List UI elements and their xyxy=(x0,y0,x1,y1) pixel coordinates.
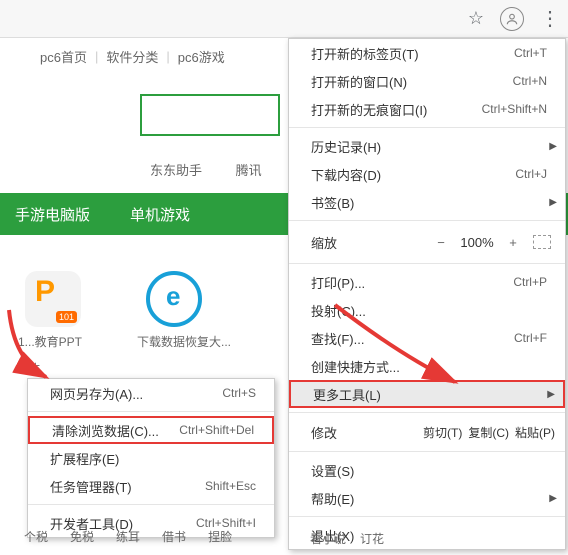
tag-link[interactable]: 免税 xyxy=(66,525,98,547)
search-box[interactable] xyxy=(140,94,280,136)
menu-item-help[interactable]: 帮助(E)▶ xyxy=(289,484,565,512)
bottom-tags: 个税 免税 练耳 借书 捏脸 xyxy=(20,525,236,547)
tag-link[interactable]: 个税 xyxy=(20,525,52,547)
app-label: 下载数据恢复大... xyxy=(137,333,231,350)
menu-item-zoom: 缩放 − 100% + xyxy=(289,225,565,259)
menu-item-print[interactable]: 打印(P)...Ctrl+P xyxy=(289,268,565,296)
menu-item-settings[interactable]: 设置(S) xyxy=(289,456,565,484)
menu-item-cast[interactable]: 投射(C)... xyxy=(289,296,565,324)
helper-link[interactable]: 东东助手 xyxy=(150,163,202,178)
menu-item-bookmarks[interactable]: 书签(B)▶ xyxy=(289,188,565,216)
menu-item-create-shortcut[interactable]: 创建快捷方式... xyxy=(289,352,565,380)
tag-link[interactable]: 捏脸 xyxy=(204,525,236,547)
tag-link[interactable]: 练耳 xyxy=(112,525,144,547)
menu-item-edit: 修改 剪切(T) 复制(C) 粘贴(P) xyxy=(289,417,565,447)
paste-button[interactable]: 粘贴(P) xyxy=(515,424,555,441)
app-label: 1...教育PPT xyxy=(18,333,82,350)
chevron-right-icon: ▶ xyxy=(549,141,557,152)
app-icon-recovery[interactable] xyxy=(146,271,202,327)
site-nav-link[interactable]: pc6首页 xyxy=(40,47,87,66)
menu-item-save-as[interactable]: 网页另存为(A)...Ctrl+S xyxy=(28,379,274,407)
copy-button[interactable]: 复制(C) xyxy=(468,424,509,441)
menu-item-downloads[interactable]: 下载内容(D)Ctrl+J xyxy=(289,160,565,188)
tag-link[interactable]: 订花 xyxy=(360,530,384,547)
menu-item-incognito[interactable]: 打开新的无痕窗口(I)Ctrl+Shift+N xyxy=(289,95,565,123)
more-tools-submenu: 网页另存为(A)...Ctrl+S 清除浏览数据(C)...Ctrl+Shift… xyxy=(27,378,275,538)
fullscreen-icon[interactable] xyxy=(533,235,551,249)
chevron-right-icon: ▶ xyxy=(549,493,557,504)
site-nav-link[interactable]: 软件分类 xyxy=(106,47,158,66)
profile-avatar-icon[interactable] xyxy=(500,7,524,31)
menu-item-history[interactable]: 历史记录(H)▶ xyxy=(289,132,565,160)
site-nav-link[interactable]: pc6游戏 xyxy=(178,47,225,66)
chrome-menu-icon[interactable]: ⋮ xyxy=(540,6,558,31)
chrome-main-menu: 打开新的标签页(T)Ctrl+T 打开新的窗口(N)Ctrl+N 打开新的无痕窗… xyxy=(288,38,566,550)
menu-item-find[interactable]: 查找(F)...Ctrl+F xyxy=(289,324,565,352)
menu-item-more-tools[interactable]: 更多工具(L)▶ xyxy=(289,380,565,408)
cut-button[interactable]: 剪切(T) xyxy=(423,424,462,441)
chevron-right-icon: ▶ xyxy=(549,197,557,208)
bookmark-star-icon[interactable]: ☆ xyxy=(468,8,484,29)
menu-item-task-manager[interactable]: 任务管理器(T)Shift+Esc xyxy=(28,472,274,500)
tag-link[interactable]: 借书 xyxy=(158,525,190,547)
zoom-out-button[interactable]: − xyxy=(429,235,453,250)
bottom-tags: 看小说 订花 xyxy=(310,530,384,547)
app-icon-ppt[interactable] xyxy=(25,271,81,327)
menu-item-new-tab[interactable]: 打开新的标签页(T)Ctrl+T xyxy=(289,39,565,67)
menu-item-clear-browsing-data[interactable]: 清除浏览数据(C)...Ctrl+Shift+Del xyxy=(28,416,274,444)
tag-link[interactable]: 看小说 xyxy=(310,530,346,547)
category-tab[interactable]: 手游电脑版 xyxy=(15,204,90,225)
category-tab[interactable]: 单机游戏 xyxy=(130,204,190,225)
menu-item-new-window[interactable]: 打开新的窗口(N)Ctrl+N xyxy=(289,67,565,95)
zoom-in-button[interactable]: + xyxy=(501,235,525,250)
chevron-right-icon: ▶ xyxy=(547,389,555,400)
helper-link[interactable]: 腾讯 xyxy=(236,163,262,178)
menu-item-extensions[interactable]: 扩展程序(E) xyxy=(28,444,274,472)
zoom-percent: 100% xyxy=(453,235,501,250)
